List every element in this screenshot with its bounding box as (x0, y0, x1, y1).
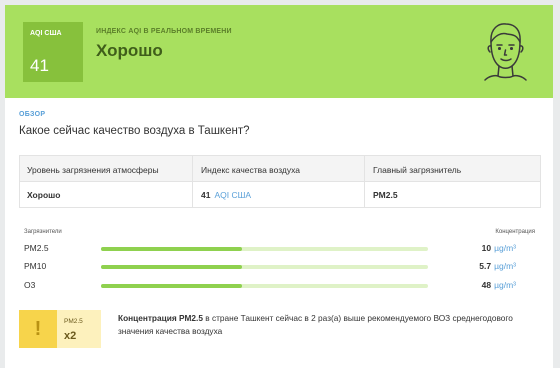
air-quality-card: AQI США 41 ИНДЕКС AQI В РЕАЛЬНОМ ВРЕМЕНИ… (5, 5, 553, 368)
concentration-bar-fill (101, 247, 242, 251)
pollutant-value: 10 µg/m³ (482, 243, 516, 253)
overview-section-label: ОБЗОР (19, 111, 46, 118)
concentration-bar-fill (101, 265, 242, 269)
aqi-badge: AQI США 41 (23, 22, 83, 82)
pollutant-unit: µg/m³ (494, 261, 516, 271)
pollutant-unit: µg/m³ (494, 243, 516, 253)
exclamation-warning-icon: ! (19, 310, 57, 348)
pollution-level-value: Хорошо (27, 190, 61, 200)
main-pollutant-value: PM2.5 (373, 190, 398, 200)
column-divider (192, 156, 193, 207)
aqi-value-cell: 41 AQI США (201, 190, 251, 200)
pollutant-number: 5.7 (479, 261, 492, 271)
header-pollution-level: Уровень загрязнения атмосферы (27, 165, 159, 175)
pollutant-name: PM2.5 (24, 243, 49, 253)
summary-table: Уровень загрязнения атмосферы Индекс кач… (19, 155, 541, 208)
multiplier-value: x2 (64, 330, 77, 342)
air-quality-question: Какое сейчас качество воздуха в Ташкент? (19, 125, 250, 137)
pollutant-value: 5.7 µg/m³ (479, 261, 516, 271)
pollutants-header: Загрязнители (24, 229, 62, 235)
pollutant-row: PM10 5.7 µg/m³ (5, 259, 553, 275)
pollutant-row: PM2.5 10 µg/m³ (5, 241, 553, 257)
header-main-pollutant: Главный загрязнитель (373, 165, 462, 175)
concentration-bar (101, 247, 428, 251)
aqi-banner: AQI США 41 ИНДЕКС AQI В РЕАЛЬНОМ ВРЕМЕНИ… (5, 5, 553, 98)
pollutant-name: PM10 (24, 261, 47, 271)
who-multiplier-badge: PM2.5 x2 (57, 310, 101, 348)
pollutant-unit: µg/m³ (494, 280, 516, 290)
aqi-number: 41 (201, 190, 211, 200)
aqi-unit: AQI США (214, 190, 252, 200)
who-recommendation-text: Концентрация PM2.5 в стране Ташкент сейч… (118, 312, 523, 338)
concentration-bar (101, 265, 428, 269)
smiling-face-icon (484, 23, 527, 81)
column-divider (364, 156, 365, 207)
pollutant-name: O3 (24, 280, 36, 290)
aqi-status-text: Хорошо (96, 41, 163, 60)
multiplier-pollutant: PM2.5 (64, 318, 83, 325)
aqi-badge-value: 41 (30, 56, 49, 75)
pollutant-value: 48 µg/m³ (482, 280, 516, 290)
pollutant-number: 48 (481, 280, 492, 290)
header-aqi: Индекс качества воздуха (201, 165, 301, 175)
concentration-bar (101, 284, 428, 288)
aqi-badge-label: AQI США (30, 30, 62, 37)
recommendation-bold: Концентрация PM2.5 (118, 313, 203, 323)
pollutant-number: 10 (481, 243, 492, 253)
pollutant-row: O3 48 µg/m³ (5, 278, 553, 294)
concentration-bar-fill (101, 284, 242, 288)
concentration-header: Концентрация (495, 229, 535, 235)
realtime-aqi-subtitle: ИНДЕКС AQI В РЕАЛЬНОМ ВРЕМЕНИ (96, 28, 232, 35)
